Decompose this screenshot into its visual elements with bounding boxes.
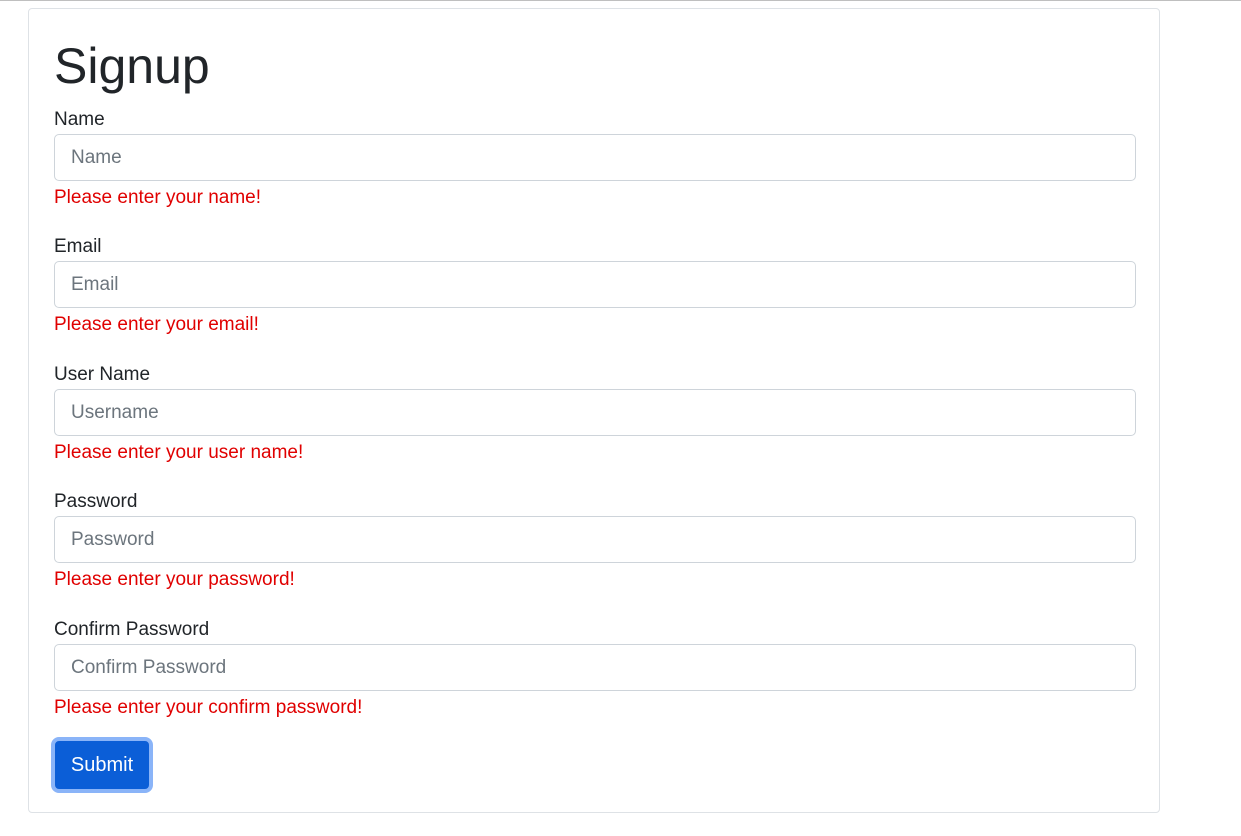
password-field-group: Password Please enter your password!: [54, 490, 1136, 592]
window-top-border: [0, 0, 1241, 1]
password-input[interactable]: [54, 516, 1136, 563]
username-label: User Name: [54, 364, 151, 385]
password-label: Password: [54, 491, 138, 512]
username-field-group: User Name Please enter your user name!: [54, 363, 1136, 465]
confirm-password-label: Confirm Password: [54, 619, 210, 640]
confirm-password-input[interactable]: [54, 644, 1136, 691]
name-label: Name: [54, 109, 105, 130]
name-field-group: Name Please enter your name!: [54, 108, 1136, 210]
email-field-group: Email Please enter your email!: [54, 235, 1136, 337]
email-error: Please enter your email!: [54, 314, 259, 335]
username-input[interactable]: [54, 389, 1136, 436]
name-error: Please enter your name!: [54, 187, 262, 208]
name-input[interactable]: [54, 134, 1136, 181]
email-label: Email: [54, 236, 102, 257]
username-error: Please enter your user name!: [54, 442, 304, 463]
page-title: Signup: [54, 38, 210, 94]
password-error: Please enter your password!: [54, 569, 295, 590]
submit-button[interactable]: Submit: [51, 737, 153, 793]
confirm-password-error: Please enter your confirm password!: [54, 697, 363, 718]
confirm-password-field-group: Confirm Password Please enter your confi…: [54, 618, 1136, 720]
email-input[interactable]: [54, 261, 1136, 308]
